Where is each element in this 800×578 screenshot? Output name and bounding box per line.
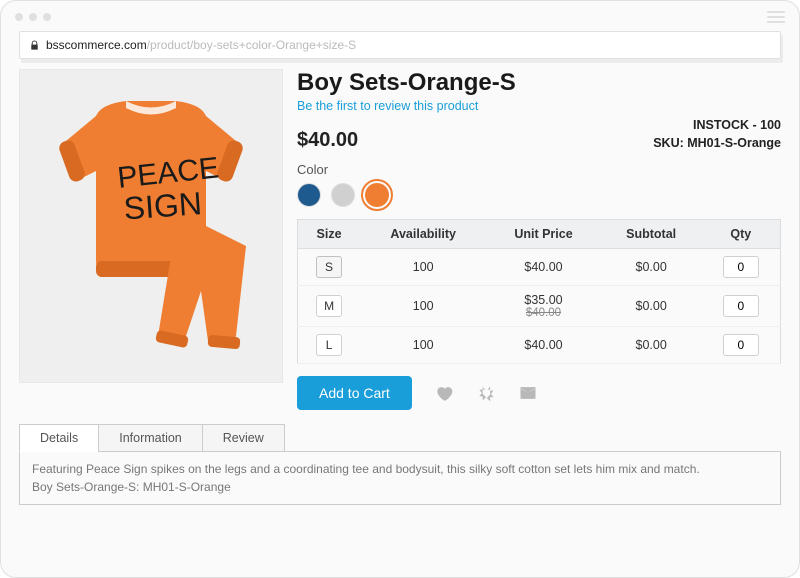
color-swatch[interactable] [365, 183, 389, 207]
product-details: Boy Sets-Orange-S Be the first to review… [297, 69, 781, 410]
th-sub: Subtotal [601, 220, 702, 249]
tab-details[interactable]: Details [19, 424, 99, 452]
tabs-section: Details Information Review Featuring Pea… [19, 424, 781, 505]
review-link[interactable]: Be the first to review this product [297, 99, 781, 113]
avail-cell: 100 [360, 327, 486, 364]
url-text: bsscommerce.com/product/boy-sets+color-O… [46, 38, 356, 52]
stock-info: INSTOCK - 100 SKU: MH01-S-Orange [653, 117, 781, 152]
size-button[interactable]: L [316, 334, 342, 356]
compare-icon[interactable] [476, 383, 496, 403]
subtotal-cell: $0.00 [601, 327, 702, 364]
address-bar[interactable]: bsscommerce.com/product/boy-sets+color-O… [19, 31, 781, 59]
variant-table: Size Availability Unit Price Subtotal Qt… [297, 219, 781, 364]
product-image: PEACE SIGN [19, 69, 283, 383]
subtotal-cell: $0.00 [601, 249, 702, 286]
th-size: Size [298, 220, 361, 249]
table-row: L 100$40.00$0.00 [298, 327, 781, 364]
traffic-light-dot [29, 13, 37, 21]
qty-input[interactable] [723, 334, 759, 356]
color-label: Color [297, 162, 781, 177]
sku: SKU: MH01-S-Orange [653, 135, 781, 153]
traffic-lights [15, 13, 51, 21]
size-button[interactable]: S [316, 256, 342, 278]
color-swatches [297, 183, 781, 207]
lock-icon [28, 39, 40, 51]
qty-input[interactable] [723, 256, 759, 278]
menu-icon[interactable] [767, 11, 785, 23]
price-cell: $40.00 [486, 327, 600, 364]
product-title: Boy Sets-Orange-S [297, 69, 781, 97]
traffic-light-dot [43, 13, 51, 21]
tab-panel-details: Featuring Peace Sign spikes on the legs … [19, 451, 781, 505]
tab-review[interactable]: Review [202, 424, 285, 452]
color-swatch[interactable] [331, 183, 355, 207]
description-line: Featuring Peace Sign spikes on the legs … [32, 460, 768, 478]
browser-window: bsscommerce.com/product/boy-sets+color-O… [0, 0, 800, 578]
th-qty: Qty [702, 220, 781, 249]
variant-tbody: S100$40.00$0.00M100$35.00$40.00$0.00L100… [298, 249, 781, 364]
heart-icon[interactable] [434, 383, 454, 403]
th-avail: Availability [360, 220, 486, 249]
avail-cell: 100 [360, 249, 486, 286]
price-cell: $40.00 [486, 249, 600, 286]
mail-icon[interactable] [518, 383, 538, 403]
qty-input[interactable] [723, 295, 759, 317]
product-price: $40.00 [297, 129, 358, 152]
subtotal-cell: $0.00 [601, 286, 702, 327]
stock-status: INSTOCK - 100 [653, 117, 781, 135]
color-swatch[interactable] [297, 183, 321, 207]
browser-chrome [1, 1, 799, 27]
tab-information[interactable]: Information [98, 424, 203, 452]
price-cell: $35.00$40.00 [486, 286, 600, 327]
traffic-light-dot [15, 13, 23, 21]
th-unit: Unit Price [486, 220, 600, 249]
table-row: M 100$35.00$40.00$0.00 [298, 286, 781, 327]
table-row: S 100$40.00$0.00 [298, 249, 781, 286]
add-to-cart-button[interactable]: Add to Cart [297, 376, 412, 410]
size-button[interactable]: M [316, 295, 342, 317]
description-line: Boy Sets-Orange-S: MH01-S-Orange [32, 478, 768, 496]
avail-cell: 100 [360, 286, 486, 327]
